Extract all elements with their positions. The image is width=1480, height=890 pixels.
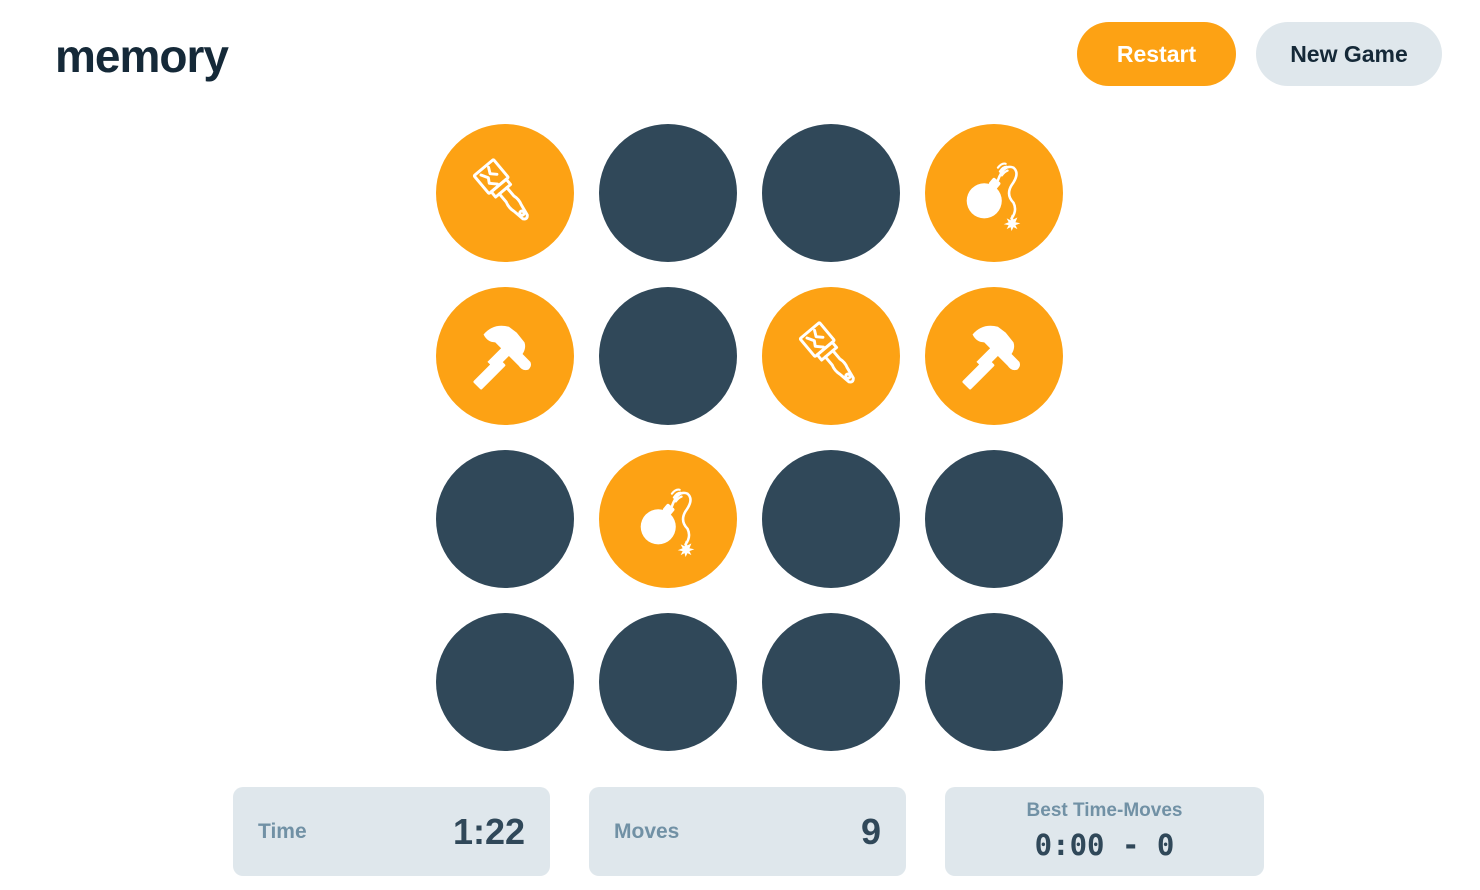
new-game-button[interactable]: New Game: [1256, 22, 1442, 86]
best-score-label: Best Time-Moves: [1026, 800, 1183, 821]
time-value: 1:22: [452, 811, 525, 852]
tile-hidden[interactable]: [762, 124, 900, 262]
restart-button[interactable]: Restart: [1077, 22, 1236, 86]
tile-revealed[interactable]: [925, 287, 1063, 425]
tile-revealed[interactable]: [925, 124, 1063, 262]
tile-revealed[interactable]: [436, 124, 574, 262]
tile-hidden[interactable]: [599, 613, 737, 751]
paintbrush-icon: [792, 317, 870, 395]
tile-hidden[interactable]: [925, 613, 1063, 751]
moves-value: 9: [860, 811, 881, 852]
tile-hidden[interactable]: [925, 450, 1063, 588]
moves-label: Moves: [614, 820, 680, 843]
tile-hidden[interactable]: [762, 450, 900, 588]
time-panel: Time 1:22: [233, 787, 550, 876]
tile-hidden[interactable]: [599, 124, 737, 262]
paintbrush-icon: [466, 154, 544, 232]
bomb-icon: [955, 154, 1033, 232]
bomb-icon: [629, 480, 707, 558]
tile-hidden[interactable]: [762, 613, 900, 751]
time-label: Time: [258, 820, 307, 843]
tile-revealed[interactable]: [762, 287, 900, 425]
tile-revealed[interactable]: [436, 287, 574, 425]
game-logo: memory: [55, 30, 229, 82]
tile-hidden[interactable]: [436, 450, 574, 588]
tile-hidden[interactable]: [436, 613, 574, 751]
game-board: [436, 124, 1063, 751]
best-score-value: 0:00 - 0: [1034, 828, 1175, 862]
hammer-icon: [955, 317, 1033, 395]
best-score-panel: Best Time-Moves 0:00 - 0: [945, 787, 1264, 876]
tile-revealed[interactable]: [599, 450, 737, 588]
moves-panel: Moves 9: [589, 787, 906, 876]
tile-hidden[interactable]: [599, 287, 737, 425]
hammer-icon: [466, 317, 544, 395]
